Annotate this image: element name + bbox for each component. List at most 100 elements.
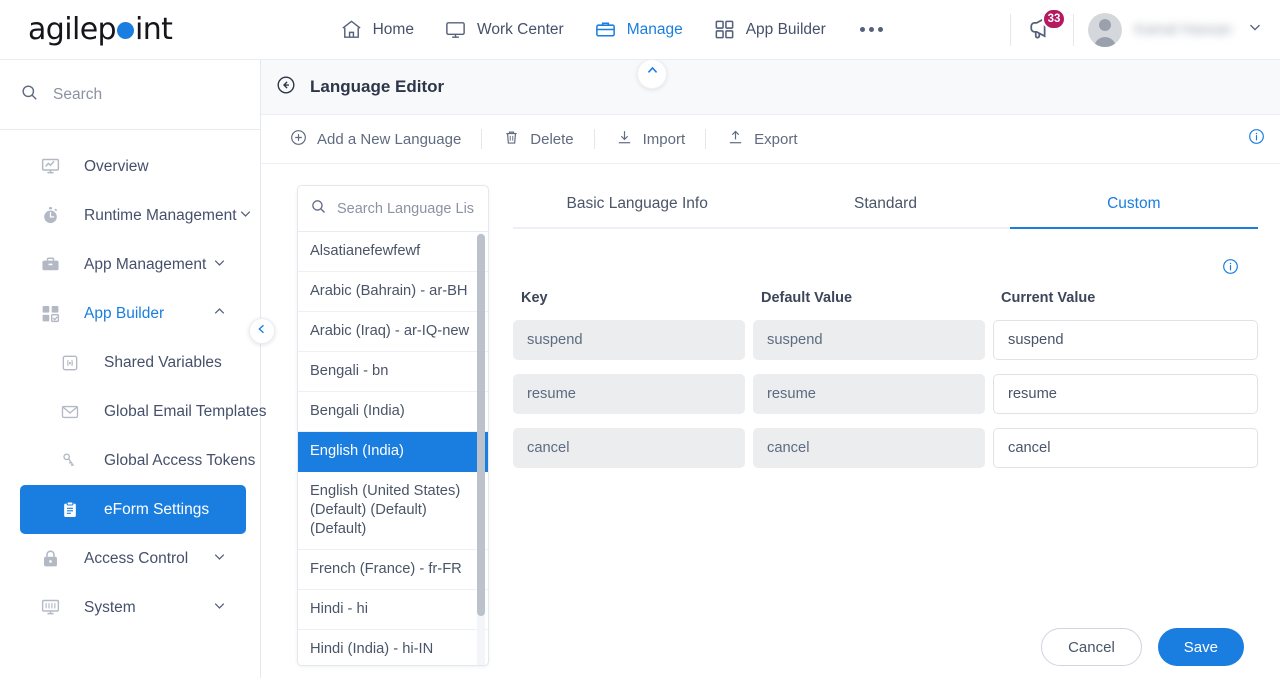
notifications-button[interactable]: 33 [1025,7,1067,47]
editor-panel: Search Language Lis Alsatianefewfewf Ara… [261,164,1280,678]
current-value-input[interactable]: cancel [993,428,1258,468]
column-header-key: Key [521,290,548,306]
language-list-scrollbar[interactable] [477,233,485,665]
chevron-down-icon[interactable] [211,254,228,276]
back-arrow-icon[interactable] [275,74,297,101]
sidebar-item-global-email-templates[interactable]: Global Email Templates [20,387,267,436]
sidebar-item-eform-settings[interactable]: eForm Settings [20,485,246,534]
sidebar-item-overview[interactable]: Overview [20,142,246,191]
page-header: Language Editor [261,60,1280,114]
current-value-input[interactable]: resume [993,374,1258,414]
avatar[interactable] [1088,12,1123,47]
scrollbar-thumb[interactable] [477,234,485,616]
user-menu-chevron-down-icon[interactable] [1246,18,1264,41]
list-item[interactable]: Hindi (India) - hi-IN [298,630,488,665]
key-field: suspend [513,320,745,360]
sidebar-item-runtime-management[interactable]: Runtime Management [20,191,250,240]
chevron-down-icon[interactable] [237,205,254,227]
download-icon [615,128,634,151]
nav-item-work-center[interactable]: Work Center [444,18,564,41]
list-item-selected[interactable]: English (India) [298,432,488,472]
logo-dot-icon [117,22,134,39]
tab-standard[interactable]: Standard [761,185,1009,227]
upload-icon [726,128,745,151]
system-monitor-icon [40,597,66,618]
agilepoint-logo[interactable]: agilep int [0,0,260,60]
search-icon [20,83,39,107]
sidebar-item-shared-variables[interactable]: Shared Variables [20,338,246,387]
divider [593,129,595,149]
sidebar-search[interactable]: Search [0,60,260,130]
variable-icon [60,353,86,373]
chevron-down-icon[interactable] [211,597,228,619]
list-item[interactable]: English (United States) (Default) (Defau… [298,472,488,550]
info-icon [1221,257,1240,276]
list-item[interactable]: Bengali (India) [298,392,488,432]
nav-item-manage[interactable]: Manage [594,18,683,41]
nav-label: Home [372,20,414,38]
list-item[interactable]: Arabic (Bahrain) - ar-BH [298,272,488,312]
toolbar-info-button[interactable] [1247,127,1280,151]
top-bar-right-cluster: 33 Kamal Hassan [996,0,1280,60]
divider [1010,13,1012,46]
list-item[interactable]: Arabic (Iraq) - ar-IQ-new [298,312,488,352]
toolbox-icon [40,254,66,275]
chevron-up-icon[interactable] [211,303,228,325]
sidebar-menu: Overview Runtime Management App Manageme… [0,130,267,632]
sidebar-item-label: Global Access Tokens [104,451,256,469]
dot-icon [859,27,865,32]
sidebar-item-app-builder[interactable]: App Builder [20,289,246,338]
default-value-field: cancel [753,428,985,468]
plus-circle-icon [289,128,308,151]
save-button[interactable]: Save [1157,628,1244,666]
sidebar-item-system[interactable]: System [20,583,246,632]
import-button[interactable]: Import [601,124,700,154]
chart-monitor-icon [40,156,66,177]
logo-text: agilep int [28,12,173,47]
key-field: cancel [513,428,745,468]
editor-toolbar: Add a New Language Delete Import Export [261,114,1280,164]
nav-overflow-menu-button[interactable] [856,27,887,32]
clipboard-icon [60,500,86,520]
toolbar-label: Import [642,130,686,148]
page-title: Language Editor [310,77,445,96]
list-item[interactable]: Alsatianefewfewf [298,232,488,272]
sidebar-item-app-management[interactable]: App Management [20,240,246,289]
sidebar-item-global-access-tokens[interactable]: Global Access Tokens [20,436,255,485]
language-search-input[interactable]: Search Language Lis [298,186,488,232]
sidebar-item-access-control[interactable]: Access Control [20,534,246,583]
tab-custom[interactable]: Custom [1009,185,1259,229]
export-button[interactable]: Export [712,124,811,154]
column-header-current-value: Current Value [1001,290,1096,306]
stopwatch-icon [40,205,66,226]
list-item[interactable]: Bengali - bn [298,352,488,392]
megaphone-icon [1025,16,1055,47]
tab-basic-language-info[interactable]: Basic Language Info [513,185,761,227]
sidebar-item-label: Access Control [84,549,189,567]
content-collapse-button[interactable] [637,59,667,89]
nav-label: App Builder [745,20,826,38]
add-new-language-button[interactable]: Add a New Language [275,124,475,154]
current-value-input[interactable]: suspend [993,320,1258,360]
sidebar-item-label: App Builder [84,304,165,322]
chevron-down-icon[interactable] [211,548,228,570]
toolbar-label: Add a New Language [317,130,462,148]
nav-item-home[interactable]: Home [340,18,414,41]
cancel-button[interactable]: Cancel [1041,628,1142,666]
list-item[interactable]: Hindi - hi [298,590,488,630]
list-item[interactable]: French (France) - fr-FR [298,550,488,590]
nav-item-app-builder[interactable]: App Builder [713,18,826,41]
info-icon [1247,127,1266,151]
chevron-left-icon [255,322,269,341]
sidebar-collapse-button[interactable] [249,318,275,344]
info-button[interactable] [1221,257,1240,276]
table-row: suspend suspend suspend [513,320,1258,360]
delete-button[interactable]: Delete [488,124,587,154]
sidebar-item-label: Runtime Management [84,206,237,224]
sidebar-item-label: eForm Settings [104,500,210,518]
divider [481,129,483,149]
sidebar-item-label: Overview [84,157,149,175]
table-row: resume resume resume [513,374,1258,414]
envelope-icon [60,402,86,422]
language-list: Alsatianefewfewf Arabic (Bahrain) - ar-B… [298,232,488,665]
